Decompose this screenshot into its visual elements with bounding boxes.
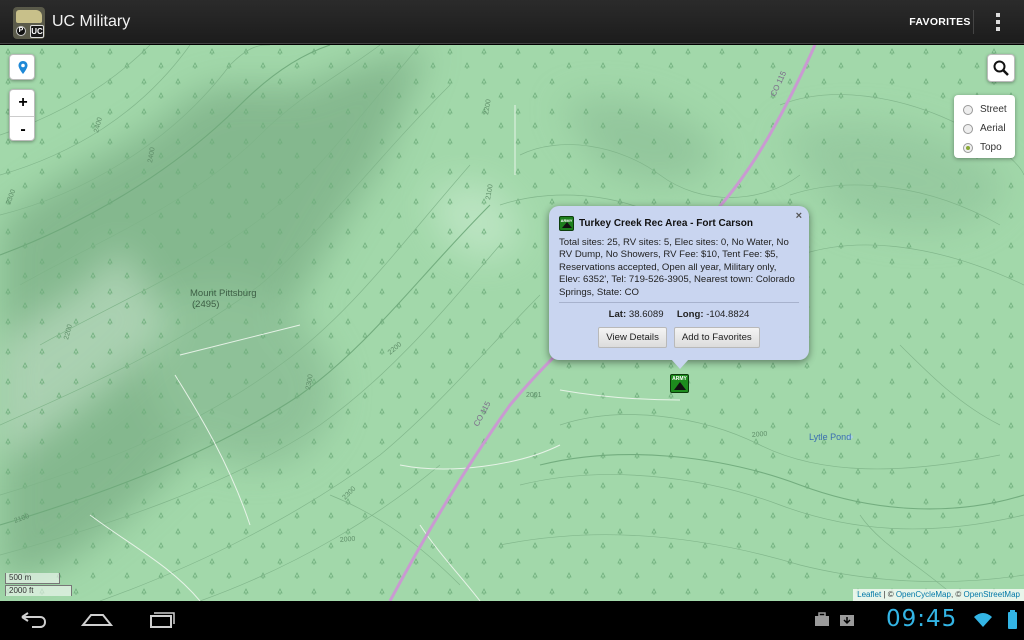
long-label: Long: — [676, 309, 704, 320]
search-icon — [993, 60, 1009, 76]
opencyclemap-link[interactable]: OpenCycleMap — [896, 590, 951, 599]
mount-elevation: (2495) — [192, 299, 220, 310]
zoom-control: + - — [9, 89, 35, 141]
army-icon-text: ARMY — [560, 217, 573, 223]
contour-label: 2000 — [752, 431, 768, 439]
topo-map-layer: 2400 2400 2300 2200 2100 2200 2300 2300 … — [0, 45, 1024, 601]
overflow-menu-icon[interactable] — [980, 0, 1016, 44]
search-button[interactable] — [987, 54, 1015, 82]
battery-icon — [1008, 612, 1017, 629]
layer-label: Aerial — [980, 123, 1006, 134]
action-bar: P UC UC Military FAVORITES — [0, 0, 1024, 44]
lat-label: Lat: — [608, 309, 627, 320]
zoom-out-button[interactable]: - — [10, 116, 34, 140]
location-pin-icon — [18, 61, 28, 74]
radio-street[interactable] — [963, 104, 973, 115]
layer-label: Street — [980, 104, 1007, 115]
system-nav-bar — [0, 601, 1024, 640]
popup-actions: View Details Add to Favorites — [559, 327, 799, 348]
recent-apps-icon — [150, 612, 175, 628]
locate-button[interactable] — [9, 54, 35, 80]
map-view[interactable]: 2400 2400 2300 2200 2100 2200 2300 2300 … — [0, 45, 1024, 601]
layer-option-street[interactable]: Street — [963, 100, 1015, 119]
back-icon — [21, 612, 47, 628]
campsite-popup: × ARMY Turkey Creek Rec Area - Fort Cars… — [549, 206, 809, 369]
army-campsite-marker[interactable]: ARMY — [670, 374, 689, 393]
app-icon-badge: UC — [30, 25, 44, 38]
popup-close-button[interactable]: × — [796, 210, 802, 222]
army-icon: ARMY — [559, 215, 574, 231]
home-icon — [80, 614, 114, 626]
attribution-sep2: , © — [950, 590, 964, 599]
mount-pittsburg-label: Mount Pittsburg (2495) — [190, 288, 257, 310]
contour-label: 2000 — [340, 536, 356, 544]
app-icon-small-badge: P — [16, 26, 26, 36]
popup-description: Total sites: 25, RV sites: 5, Elec sites… — [559, 237, 795, 298]
layer-option-topo[interactable]: Topo — [963, 138, 1015, 157]
layer-label: Topo — [980, 142, 1002, 153]
notification-icons[interactable] — [812, 601, 872, 640]
action-bar-divider — [973, 10, 974, 34]
popup-coordinates: Lat: 38.6089 Long: -104.8824 — [559, 309, 799, 320]
download-icon — [840, 615, 854, 626]
layer-option-aerial[interactable]: Aerial — [963, 119, 1015, 138]
lat-value: 38.6089 — [628, 309, 664, 320]
openstreetmap-link[interactable]: OpenStreetMap — [964, 590, 1020, 599]
scale-metric: 500 m — [5, 573, 60, 584]
briefcase-icon — [815, 612, 829, 626]
popup-tip — [671, 359, 689, 369]
radio-topo[interactable] — [963, 142, 973, 153]
status-tray[interactable] — [970, 601, 1024, 640]
layer-switcher: Street Aerial Topo — [954, 95, 1015, 158]
wifi-icon — [974, 613, 992, 627]
lake-label: Lytle Pond — [809, 432, 852, 442]
contour-label: 2001 — [526, 392, 542, 399]
popup-divider — [559, 302, 799, 303]
mount-name: Mount Pittsburg — [190, 288, 257, 299]
popup-header: ARMY Turkey Creek Rec Area - Fort Carson — [559, 215, 799, 231]
marker-badge: ARMY — [672, 376, 687, 382]
long-value: -104.8824 — [706, 309, 750, 320]
uc-military-app-icon[interactable]: P UC — [13, 7, 45, 39]
radio-aerial[interactable] — [963, 123, 973, 134]
add-to-favorites-button[interactable]: Add to Favorites — [673, 327, 760, 348]
leaflet-link[interactable]: Leaflet — [857, 590, 881, 599]
map-attribution: Leaflet | © OpenCycleMap, © OpenStreetMa… — [853, 589, 1024, 601]
attribution-sep: | © — [881, 590, 896, 599]
scale-imperial: 2000 ft — [5, 585, 72, 596]
home-button[interactable] — [67, 601, 127, 640]
zoom-in-button[interactable]: + — [10, 90, 34, 116]
favorites-button[interactable]: FAVORITES — [905, 0, 975, 44]
view-details-button[interactable]: View Details — [598, 327, 667, 348]
back-button[interactable] — [2, 601, 62, 640]
app-title: UC Military — [52, 13, 131, 30]
vehicle-icon — [16, 10, 42, 23]
recent-apps-button[interactable] — [132, 601, 192, 640]
popup-title: Turkey Creek Rec Area - Fort Carson — [579, 217, 753, 229]
status-clock: 09:45 — [886, 606, 958, 632]
